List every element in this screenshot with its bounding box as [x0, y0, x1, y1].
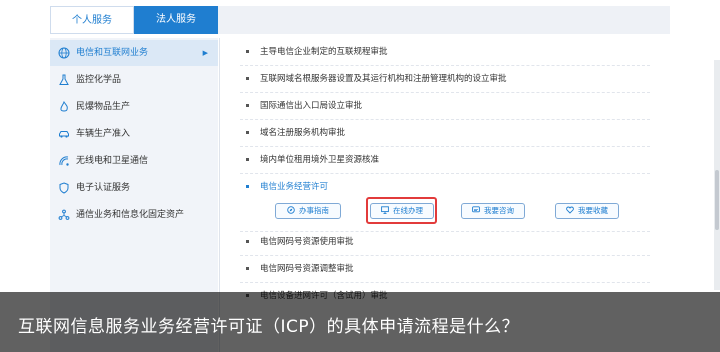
list-item[interactable]: 境内单位租用境外卫星资源核准: [240, 152, 670, 168]
caption-bar: 互联网信息服务业务经营许可证（ICP）的具体申请流程是什么？: [0, 292, 720, 352]
list-item-label: 国际通信出入口局设立审批: [260, 101, 363, 111]
divider: [240, 173, 650, 174]
sidebar-item-label: 电信和互联网业务: [76, 48, 149, 58]
bullet-icon: [246, 131, 249, 134]
service-tabbar: 个人服务 法人服务: [50, 6, 670, 34]
sidebar-item-label: 监控化学品: [76, 75, 122, 85]
consult-button[interactable]: 我要咨询: [461, 203, 525, 219]
chevron-right-icon: ▶: [202, 49, 208, 57]
guide-button-label: 办事指南: [299, 206, 329, 215]
sidebar-item-label: 电子认证服务: [76, 183, 131, 193]
list-item-label: 电信网码号资源使用审批: [260, 237, 354, 247]
network-icon: [58, 209, 70, 220]
divider: [240, 282, 650, 283]
bullet-icon: [246, 50, 249, 53]
bullet-icon: [246, 185, 249, 188]
sidebar-item-vehicles[interactable]: 车辆生产准入: [50, 121, 218, 147]
list-item-telecom-license[interactable]: 电信业务经营许可: [240, 179, 670, 195]
list-item-label: 主导电信企业制定的互联规程审批: [260, 47, 388, 57]
sidebar-item-label: 车辆生产准入: [76, 129, 131, 139]
list-item-label: 境内单位租用境外卫星资源核准: [260, 155, 380, 165]
caption-text: 互联网信息服务业务经营许可证（ICP）的具体申请流程是什么？: [18, 317, 520, 337]
satellite-icon: [59, 156, 69, 166]
tab-legal-services[interactable]: 法人服务: [134, 6, 218, 34]
tab-personal-services[interactable]: 个人服务: [50, 6, 134, 34]
sidebar-item-radio-satellite[interactable]: 无线电和卫星通信: [50, 148, 218, 174]
list-item[interactable]: 电信网码号资源使用审批: [240, 234, 670, 250]
divider: [240, 119, 650, 120]
divider: [240, 231, 650, 232]
sidebar-item-telecom-internet[interactable]: 电信和互联网业务 ▶: [50, 40, 218, 66]
shield-icon: [59, 182, 69, 194]
highlight-box: [366, 197, 437, 224]
consult-button-label: 我要咨询: [484, 206, 514, 215]
sidebar-item-label: 无线电和卫星通信: [76, 156, 149, 166]
divider: [240, 146, 650, 147]
bullet-icon: [246, 77, 249, 80]
favorite-button[interactable]: 我要收藏: [555, 203, 619, 219]
divider: [240, 92, 650, 93]
heart-icon: [566, 206, 574, 214]
scrollbar-thumb[interactable]: [715, 170, 719, 230]
bullet-icon: [246, 240, 249, 243]
list-item-label: 电信网码号资源调整审批: [260, 264, 354, 274]
flask-icon: [59, 74, 69, 85]
sidebar-item-label: 民爆物品生产: [76, 102, 131, 112]
divider: [240, 65, 650, 66]
favorite-button-label: 我要收藏: [578, 206, 608, 215]
bullet-icon: [246, 158, 249, 161]
page: 个人服务 法人服务 电信和互联网业务 ▶ 监控化学品 民爆物品生产 车辆生产准入…: [0, 0, 720, 352]
car-icon: [59, 131, 69, 138]
list-item-label: 互联网域名根服务器设置及其运行机构和注册管理机构的设立审批: [260, 74, 507, 84]
compass-icon: [287, 206, 295, 214]
divider: [240, 255, 650, 256]
list-item[interactable]: 电信网码号资源调整审批: [240, 261, 670, 277]
list-item[interactable]: 域名注册服务机构审批: [240, 125, 670, 141]
sidebar-item-chemicals[interactable]: 监控化学品: [50, 67, 218, 93]
bullet-icon: [246, 104, 249, 107]
list-item-label: 电信业务经营许可: [260, 182, 329, 192]
sidebar-item-explosives[interactable]: 民爆物品生产: [50, 94, 218, 120]
globe-icon: [58, 47, 70, 59]
fire-icon: [60, 101, 68, 112]
list-item[interactable]: 主导电信企业制定的互联规程审批: [240, 44, 670, 60]
scrollbar[interactable]: [714, 60, 720, 290]
sidebar-item-label: 通信业务和信息化固定资产: [76, 210, 185, 220]
sidebar-item-telecom-assets[interactable]: 通信业务和信息化固定资产: [50, 202, 218, 228]
sidebar-item-e-certification[interactable]: 电子认证服务: [50, 175, 218, 201]
list-item-label: 域名注册服务机构审批: [260, 128, 346, 138]
bullet-icon: [246, 267, 249, 270]
list-item[interactable]: 互联网域名根服务器设置及其运行机构和注册管理机构的设立审批: [240, 71, 670, 87]
guide-button[interactable]: 办事指南: [275, 203, 341, 219]
list-item[interactable]: 国际通信出入口局设立审批: [240, 98, 670, 114]
chat-icon: [472, 206, 480, 213]
